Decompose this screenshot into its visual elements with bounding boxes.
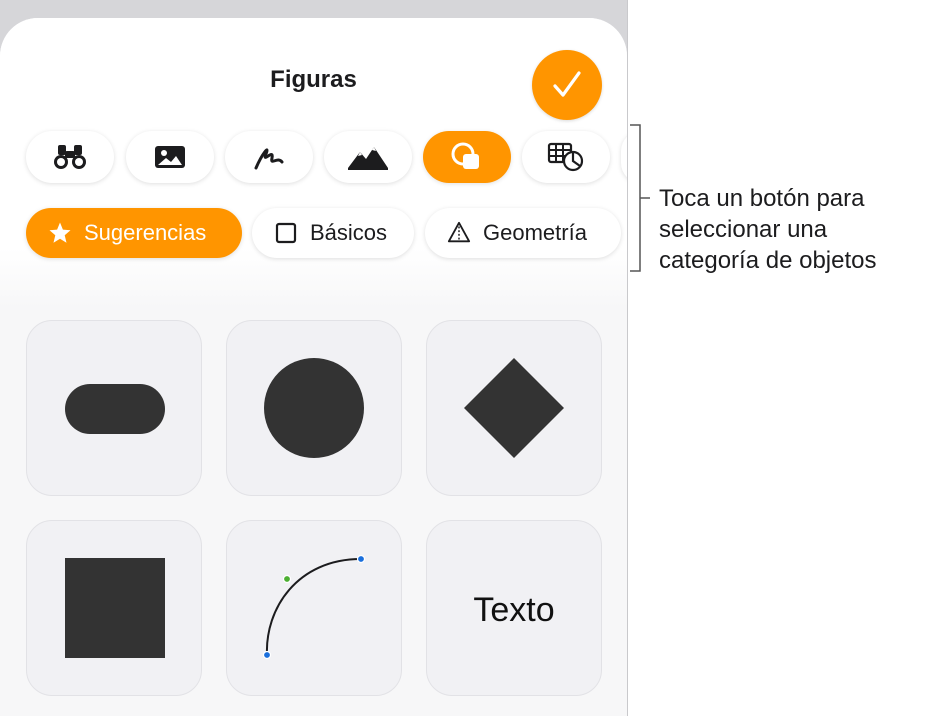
subcategory-basicos[interactable]: Básicos [252,208,414,258]
curve-line-icon [262,554,366,660]
callout-line: seleccionar una [659,216,828,243]
panel-divider [627,0,628,716]
subcategory-geometria[interactable]: Geometría [425,208,621,258]
mountains-icon [348,147,388,170]
subcategory-label: Geometría [483,220,587,245]
category-button-table-chart[interactable] [522,131,610,183]
subcategory-label: Sugerencias [84,220,207,245]
shapes-sheet: Figuras Sugerencias Básicos Geometría Te… [0,18,627,716]
category-button-mountains[interactable] [324,131,412,183]
square-shape-icon [65,558,165,658]
category-button-binoculars[interactable] [26,131,114,183]
shape-tile-curve[interactable] [226,520,402,696]
pyramid-icon [447,221,471,245]
photo-icon [155,146,185,168]
diamond-shape-icon [464,358,564,458]
binoculars-icon [54,145,86,169]
category-button-shapes[interactable] [423,131,511,183]
callout-bracket [630,124,650,272]
callout-line: categoría de objetos [659,247,877,274]
subcategory-sugerencias[interactable]: Sugerencias [26,208,242,258]
checkmark-icon [553,71,581,97]
drawing-icon [254,148,284,170]
category-button-drawing[interactable] [225,131,313,183]
shape-tile-circle[interactable] [226,320,402,496]
subcategory-label: Básicos [310,220,388,245]
text-shape-label: Texto [473,591,555,629]
shape-tile-square[interactable] [26,520,202,696]
table-chart-icon [547,142,584,172]
shape-tile-rounded-rectangle[interactable] [26,320,202,496]
star-icon [48,221,72,245]
capsule-shape-icon [65,384,165,434]
done-button[interactable] [532,50,602,120]
callout-line: Toca un botón para [659,185,865,212]
shape-tile-diamond[interactable] [426,320,602,496]
callout-text: Toca un botón para seleccionar una categ… [659,183,877,276]
shapes-icon [451,142,479,169]
square-outline-icon [274,221,298,245]
shape-tile-text[interactable]: Texto [426,520,602,696]
category-button-photo[interactable] [126,131,214,183]
circle-shape-icon [264,358,364,458]
